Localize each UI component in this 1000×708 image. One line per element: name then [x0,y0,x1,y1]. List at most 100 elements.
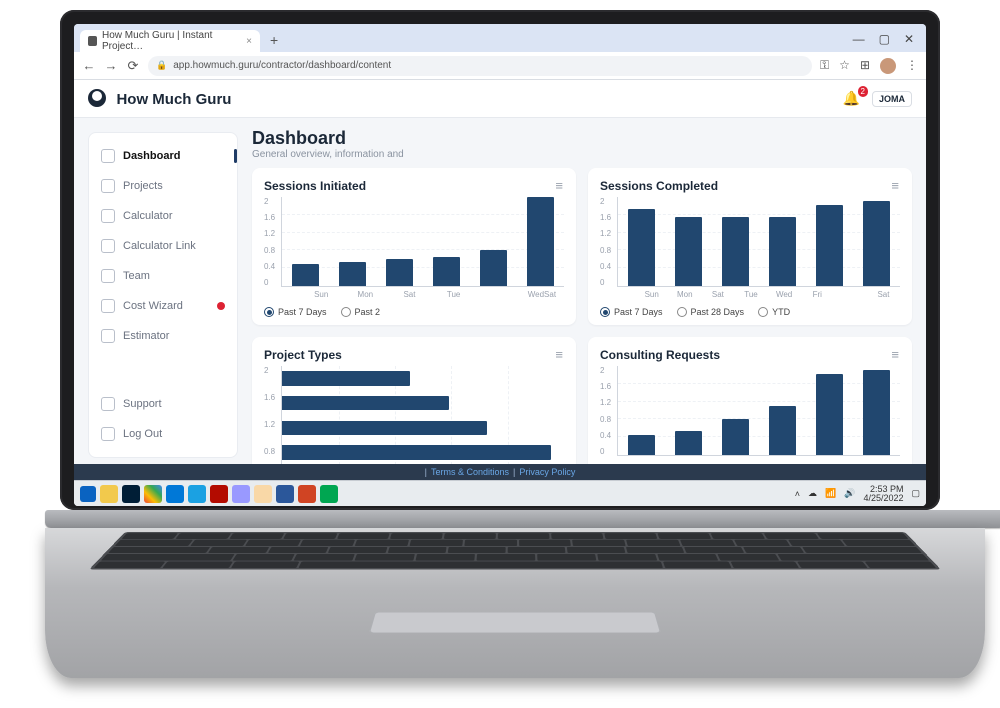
page-title: Dashboard [252,128,912,149]
chart-sessions-initiated: 21.61.20.80.40SunMonSatTueWedSat [264,197,564,299]
profile-avatar-icon[interactable] [880,58,896,74]
new-tab-button[interactable]: + [266,32,282,52]
dashboard-icon [101,149,115,163]
tab-title: How Much Guru | Instant Project… [102,30,241,52]
window-close-icon[interactable]: ✕ [904,32,914,46]
card-project-types: Project Types ≡ 21.61.20.8 [252,337,576,464]
extensions-icon[interactable]: ⊞ [860,58,870,74]
browser-tab-strip: How Much Guru | Instant Project… × + — ▢… [74,24,926,52]
tray-cloud-icon[interactable]: ☁ [808,488,817,499]
chart-project-types: 21.61.20.8 [264,366,564,464]
brand-icon [88,89,106,107]
radio-dot-icon [341,307,351,317]
sidebar-item-calculator[interactable]: Calculator [89,201,237,231]
brand[interactable]: How Much Guru [88,89,231,109]
laptop-hinge [45,510,1000,528]
radio-dot-icon [600,307,610,317]
sidebar-item-estimator[interactable]: Estimator [89,321,237,351]
radio-dot-icon [758,307,768,317]
chart-consulting-requests: 21.61.20.80.40 [600,366,900,459]
tray-notifications-icon[interactable]: ▢ [911,488,920,499]
app-footer: | Terms & Conditions | Privacy Policy [74,464,926,480]
footer-privacy-link[interactable]: Privacy Policy [519,467,575,477]
url-bar[interactable]: 🔒 app.howmuch.guru/contractor/dashboard/… [148,56,812,76]
taskbar-app-icon[interactable] [210,485,228,503]
card-menu-icon[interactable]: ≡ [891,178,900,193]
wizard-icon [101,299,115,313]
taskbar-app-icon[interactable] [298,485,316,503]
taskbar-app-icon[interactable] [276,485,294,503]
password-key-icon[interactable]: ⚿ [820,58,829,74]
card-title: Project Types [264,348,342,362]
sidebar-item-label: Projects [123,180,163,192]
sidebar-item-label: Log Out [123,428,162,440]
bookmark-star-icon[interactable]: ☆ [839,58,850,74]
radio-dot-icon [677,307,687,317]
footer-terms-link[interactable]: Terms & Conditions [431,467,509,477]
radio-past-28-days[interactable]: Past 28 Days [677,307,745,317]
projects-icon [101,179,115,193]
sidebar-item-label: Dashboard [123,150,180,162]
card-menu-icon[interactable]: ≡ [891,347,900,362]
card-title: Consulting Requests [600,348,720,362]
start-menu-icon[interactable] [80,486,96,502]
card-sessions-completed: Sessions Completed ≡ 21.61.20.80.40SunMo… [588,168,912,325]
taskbar-app-icon[interactable] [188,485,206,503]
sidebar-item-team[interactable]: Team [89,261,237,291]
nav-reload-icon[interactable]: ⟳ [126,58,140,74]
app-viewport: How Much Guru 🔔 2 JOMA Dashboard [74,80,926,506]
nav-forward-icon[interactable]: → [104,58,118,73]
tray-wifi-icon[interactable]: 📶 [825,488,836,499]
sidebar: Dashboard Projects Calculator Calcu [88,132,238,458]
card-menu-icon[interactable]: ≡ [555,347,564,362]
url-text: app.howmuch.guru/contractor/dashboard/co… [173,60,391,71]
card-consulting-requests: Consulting Requests ≡ 21.61.20.80.40 [588,337,912,464]
app-header: How Much Guru 🔔 2 JOMA [74,80,926,118]
team-icon [101,269,115,283]
taskbar-app-icon[interactable] [122,485,140,503]
taskbar-app-icon[interactable] [254,485,272,503]
radio-past-7-days[interactable]: Past 7 Days [264,307,327,317]
tray-volume-icon[interactable]: 🔊 [844,488,855,499]
org-badge[interactable]: JOMA [872,91,912,107]
range-radios: Past 7 Days Past 28 Days YTD [600,307,900,317]
page-subtitle: General overview, information and [252,149,912,160]
close-tab-icon[interactable]: × [246,36,252,47]
taskbar-app-icon[interactable] [144,485,162,503]
sidebar-item-cost-wizard[interactable]: Cost Wizard [89,291,237,321]
logout-icon [101,427,115,441]
sidebar-item-label: Cost Wizard [123,300,183,312]
sidebar-item-projects[interactable]: Projects [89,171,237,201]
sidebar-item-calculator-link[interactable]: Calculator Link [89,231,237,261]
estimator-icon [101,329,115,343]
sidebar-item-support[interactable]: Support [89,389,237,419]
radio-past-7-days[interactable]: Past 7 Days [600,307,663,317]
taskbar-app-icon[interactable] [166,485,184,503]
taskbar-app-icon[interactable] [100,485,118,503]
sidebar-item-dashboard[interactable]: Dashboard [89,141,237,171]
taskbar-clock[interactable]: 2:53 PM 4/25/2022 [863,485,903,503]
nav-back-icon[interactable]: ← [82,58,96,73]
browser-menu-icon[interactable]: ⋮ [906,58,918,74]
tray-chevron-icon[interactable]: ˄ [795,489,800,499]
card-menu-icon[interactable]: ≡ [555,178,564,193]
window-minimize-icon[interactable]: — [853,32,865,46]
link-icon [101,239,115,253]
trackpad [369,612,661,633]
radio-ytd[interactable]: YTD [758,307,790,317]
taskbar-app-icon[interactable] [232,485,250,503]
sidebar-item-label: Calculator Link [123,240,196,252]
sidebar-item-label: Estimator [123,330,169,342]
laptop-mock: How Much Guru | Instant Project… × + — ▢… [45,0,955,690]
sidebar-item-logout[interactable]: Log Out [89,419,237,449]
screen: How Much Guru | Instant Project… × + — ▢… [74,24,926,506]
notifications-bell-icon[interactable]: 🔔 2 [843,90,860,107]
card-title: Sessions Completed [600,179,718,193]
window-maximize-icon[interactable]: ▢ [879,32,890,46]
keyboard [89,532,941,570]
chart-sessions-completed: 21.61.20.80.40SunMonSatTueWedFriSat [600,197,900,299]
favicon [88,36,97,46]
browser-tab[interactable]: How Much Guru | Instant Project… × [80,30,260,52]
radio-past-2[interactable]: Past 2 [341,307,381,317]
taskbar-app-icon[interactable] [320,485,338,503]
